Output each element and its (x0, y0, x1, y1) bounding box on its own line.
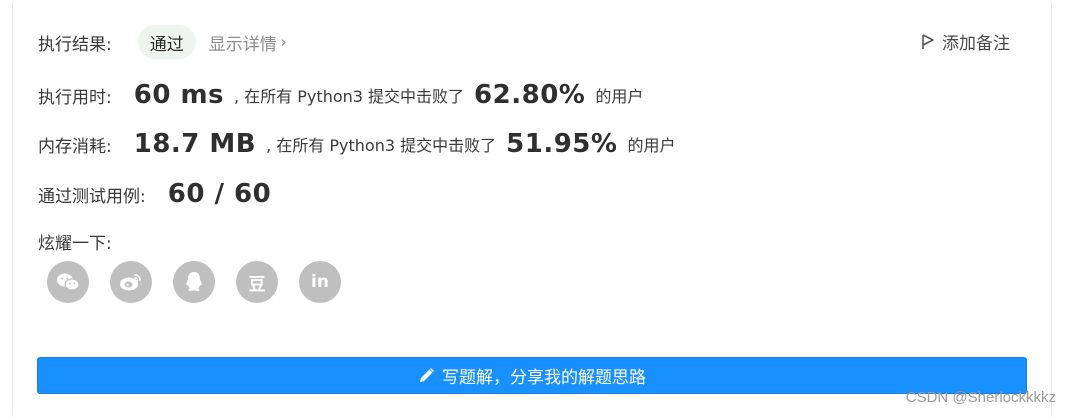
linkedin-share-button[interactable]: in (299, 261, 341, 303)
share-row: 炫耀一下: (38, 228, 112, 254)
runtime-text: , 在所有 Python3 提交中击败了 (234, 87, 465, 106)
weibo-share-button[interactable] (110, 261, 152, 303)
testcases-row: 通过测试用例: 60 / 60 (38, 175, 271, 213)
write-solution-label: 写题解，分享我的解题思路 (442, 368, 646, 388)
runtime-percent: 62.80% (474, 80, 586, 110)
runtime-suffix: 的用户 (595, 87, 644, 106)
qq-share-button[interactable] (173, 261, 215, 303)
weibo-icon (120, 274, 141, 291)
wechat-icon (57, 273, 80, 291)
linkedin-icon: in (311, 272, 329, 292)
write-solution-button[interactable]: 写题解，分享我的解题思路 (37, 357, 1027, 394)
memory-label: 内存消耗: (38, 136, 112, 157)
memory-text: , 在所有 Python3 提交中击败了 (266, 136, 497, 155)
add-note-label: 添加备注 (942, 34, 1010, 54)
runtime-value: 60 ms (133, 80, 225, 110)
douban-icon: 豆 (248, 274, 266, 295)
show-details-label: 显示详情 (208, 34, 277, 55)
wechat-share-button[interactable] (47, 261, 89, 303)
memory-row: 内存消耗: 18.7 MB , 在所有 Python3 提交中击败了 51.95… (38, 125, 675, 163)
memory-value: 18.7 MB (133, 129, 257, 159)
pencil-icon (420, 368, 434, 382)
testcases-label: 通过测试用例: (38, 186, 146, 207)
result-row: 执行结果: 通过 显示详情 › (38, 24, 287, 60)
watermark: CSDN @Sherlockkkkz (905, 389, 1056, 406)
result-label: 执行结果: (38, 34, 112, 55)
douban-share-button[interactable]: 豆 (236, 261, 278, 303)
runtime-row: 执行用时: 60 ms , 在所有 Python3 提交中击败了 62.80% … (38, 76, 643, 114)
share-buttons: 豆 in (47, 261, 341, 303)
testcases-value: 60 / 60 (167, 179, 272, 209)
status-badge: 通过 (137, 25, 196, 59)
qq-icon (186, 272, 202, 292)
memory-percent: 51.95% (506, 129, 618, 159)
memory-suffix: 的用户 (627, 136, 676, 155)
flag-icon (922, 33, 934, 49)
chevron-right-icon: › (280, 33, 287, 51)
share-label: 炫耀一下: (38, 233, 112, 254)
runtime-label: 执行用时: (38, 87, 112, 108)
add-note-button[interactable]: 添加备注 (920, 29, 1010, 54)
show-details-link[interactable]: 显示详情 › (209, 30, 287, 55)
